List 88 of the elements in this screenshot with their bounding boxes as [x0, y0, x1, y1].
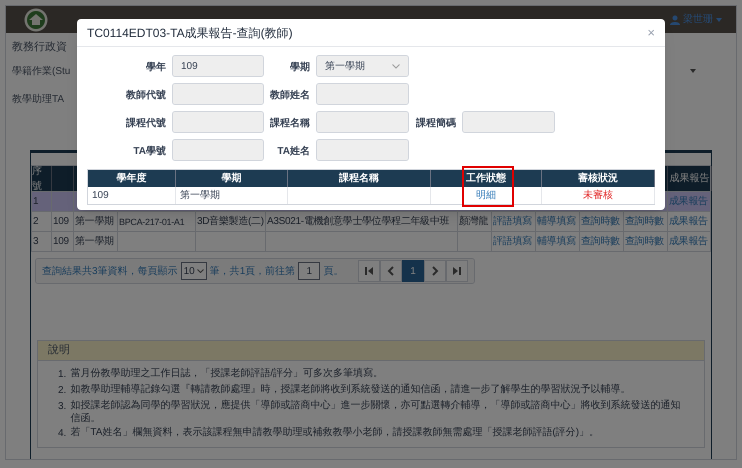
field-label: 教師姓名 [270, 90, 310, 101]
table-cell: BPCA-217-01-A1 [119, 216, 184, 228]
table-cell: 1 [33, 196, 38, 208]
note-text: 如教學助理輔導記錄勾選『轉請教師處理』時，授課老師將收到系統發送的通知信函，請進一步了解學生的學習狀況予以輔導。 [70, 383, 630, 397]
field-label: TA學號 [133, 146, 166, 157]
pagination-text: 頁。 [323, 264, 344, 278]
notes-title: 說明 [48, 343, 70, 358]
first-page-icon [364, 266, 374, 276]
menu-item[interactable]: 學籍作業(Stu [12, 64, 70, 78]
note-text: 當月份教學助理之工作日誌，「授課老師評語/評分」可多次多筆填寫。 [70, 367, 384, 381]
page-size-select[interactable]: 10 [180, 262, 207, 280]
note-number: 3. [58, 400, 66, 414]
table-cell: 3D音樂製造(二) [197, 216, 264, 228]
note-number: 2. [58, 384, 66, 398]
logo-icon [24, 8, 48, 32]
chevron-down-icon [196, 269, 204, 273]
chevron-down-icon [392, 64, 400, 68]
table-link[interactable]: 評語填寫 [493, 216, 532, 228]
field-label: TA姓名 [277, 146, 310, 157]
table-cell: 109 [53, 236, 69, 248]
next-page-button[interactable] [424, 260, 446, 282]
select-field[interactable]: 第一學期 [316, 55, 409, 77]
table-link[interactable]: 輔導填寫 [537, 216, 576, 228]
input-field[interactable] [172, 111, 264, 133]
close-button[interactable]: × [647, 26, 655, 39]
table-link[interactable]: 成果報告 [669, 216, 708, 228]
input-field[interactable] [316, 83, 409, 105]
input-field[interactable]: 109 [172, 55, 264, 77]
table-link[interactable]: 查詢時數 [625, 216, 664, 228]
goto-page-input[interactable]: 1 [298, 262, 320, 280]
caret-icon [690, 69, 696, 73]
first-page-button[interactable] [358, 260, 380, 282]
menu-item[interactable]: 教學助理TA [12, 92, 64, 106]
table-cell: 第一學期 [75, 236, 114, 248]
status-text: 未審核 [583, 188, 613, 203]
column-header: 工作狀態 [466, 172, 506, 186]
field-label: 學期 [290, 62, 310, 73]
input-field[interactable] [172, 139, 264, 161]
table-link[interactable]: 評語填寫 [493, 236, 532, 248]
page-title: 教務行政資 [12, 40, 67, 55]
table-cell-text: 109 [92, 189, 109, 203]
note-text: 若「TA姓名」欄無資料，表示該課程無申請教學助理或補救教學小老師，請授課教師無需處理「授課老師評語(評分)」。 [70, 426, 600, 440]
table-cell-text: 第一學期 [180, 188, 220, 203]
field-label: 課程名稱 [270, 118, 310, 129]
column-header: 審核狀況 [578, 171, 618, 186]
prev-page-button[interactable] [380, 260, 402, 282]
page-button[interactable]: 1 [402, 260, 424, 282]
table-row[interactable]: 3 109 第一學期 評語填寫 輔導填寫 查詢時數 查詢時數 成果報告 [32, 231, 710, 251]
caret-icon [716, 18, 722, 22]
pagination-text: 查詢結果共3筆資料，每頁顯示 [42, 264, 178, 278]
note-number: 4. [58, 427, 66, 441]
table-link[interactable]: 查詢時數 [581, 216, 620, 228]
input-field[interactable] [316, 111, 409, 133]
table-link[interactable]: 查詢時數 [581, 236, 620, 248]
column-header: 序號 [32, 164, 43, 194]
field-label: 教師代號 [126, 90, 166, 101]
field-label: 學年 [146, 62, 166, 73]
field-label: 課程代號 [126, 118, 166, 129]
input-field[interactable] [462, 111, 555, 133]
table-cell: 顏灣龍 [459, 216, 488, 228]
chevron-right-icon [430, 266, 440, 276]
table-cell: 第一學期 [75, 216, 114, 228]
note-number: 1. [58, 368, 66, 382]
column-header: 課程名稱 [339, 172, 379, 186]
table-cell: A3S021-電機創意學士學位學程二年級中班 [267, 216, 450, 228]
column-header: 成果報告 [670, 172, 710, 186]
column-header: 學期 [222, 172, 242, 186]
last-page-button[interactable] [446, 260, 468, 282]
user-icon [670, 14, 680, 24]
chevron-left-icon [386, 266, 396, 276]
user-menu[interactable]: 梁世珊 [683, 12, 713, 27]
pagination-text: 筆，共1頁，前往第 [210, 264, 296, 278]
table-link[interactable]: 成果報告 [669, 236, 708, 248]
note-text: 如授課老師認為同學的學習狀況，應提供「導師或諮商中心」進一步關懷，亦可點選轉介輔導，「導師或諮商中心」將收到系統發送的通知信函。 [70, 399, 682, 425]
dialog-title: TC0114EDT03-TA成果報告-查詢(教師) [87, 24, 293, 42]
last-page-icon [452, 266, 462, 276]
column-header: 學年度 [116, 171, 146, 186]
table-cell: 109 [53, 216, 69, 228]
table-cell: 3 [33, 236, 38, 248]
table-link[interactable]: 成果報告 [669, 196, 708, 208]
field-label: 課程簡碼 [416, 118, 456, 129]
table-row[interactable]: 2 109 第一學期 BPCA-217-01-A1 3D音樂製造(二) A3S021-電機創意學士學位學程二年級中班 顏灣龍 評語填寫 輔導填寫 查詢時數 查詢時數 成果報告 [32, 211, 710, 231]
detail-link[interactable]: 明細 [476, 188, 496, 203]
input-field[interactable] [316, 139, 409, 161]
table-cell: 2 [33, 216, 38, 228]
input-field[interactable] [172, 83, 264, 105]
table-link[interactable]: 輔導填寫 [537, 236, 576, 248]
table-link[interactable]: 查詢時數 [625, 236, 664, 248]
